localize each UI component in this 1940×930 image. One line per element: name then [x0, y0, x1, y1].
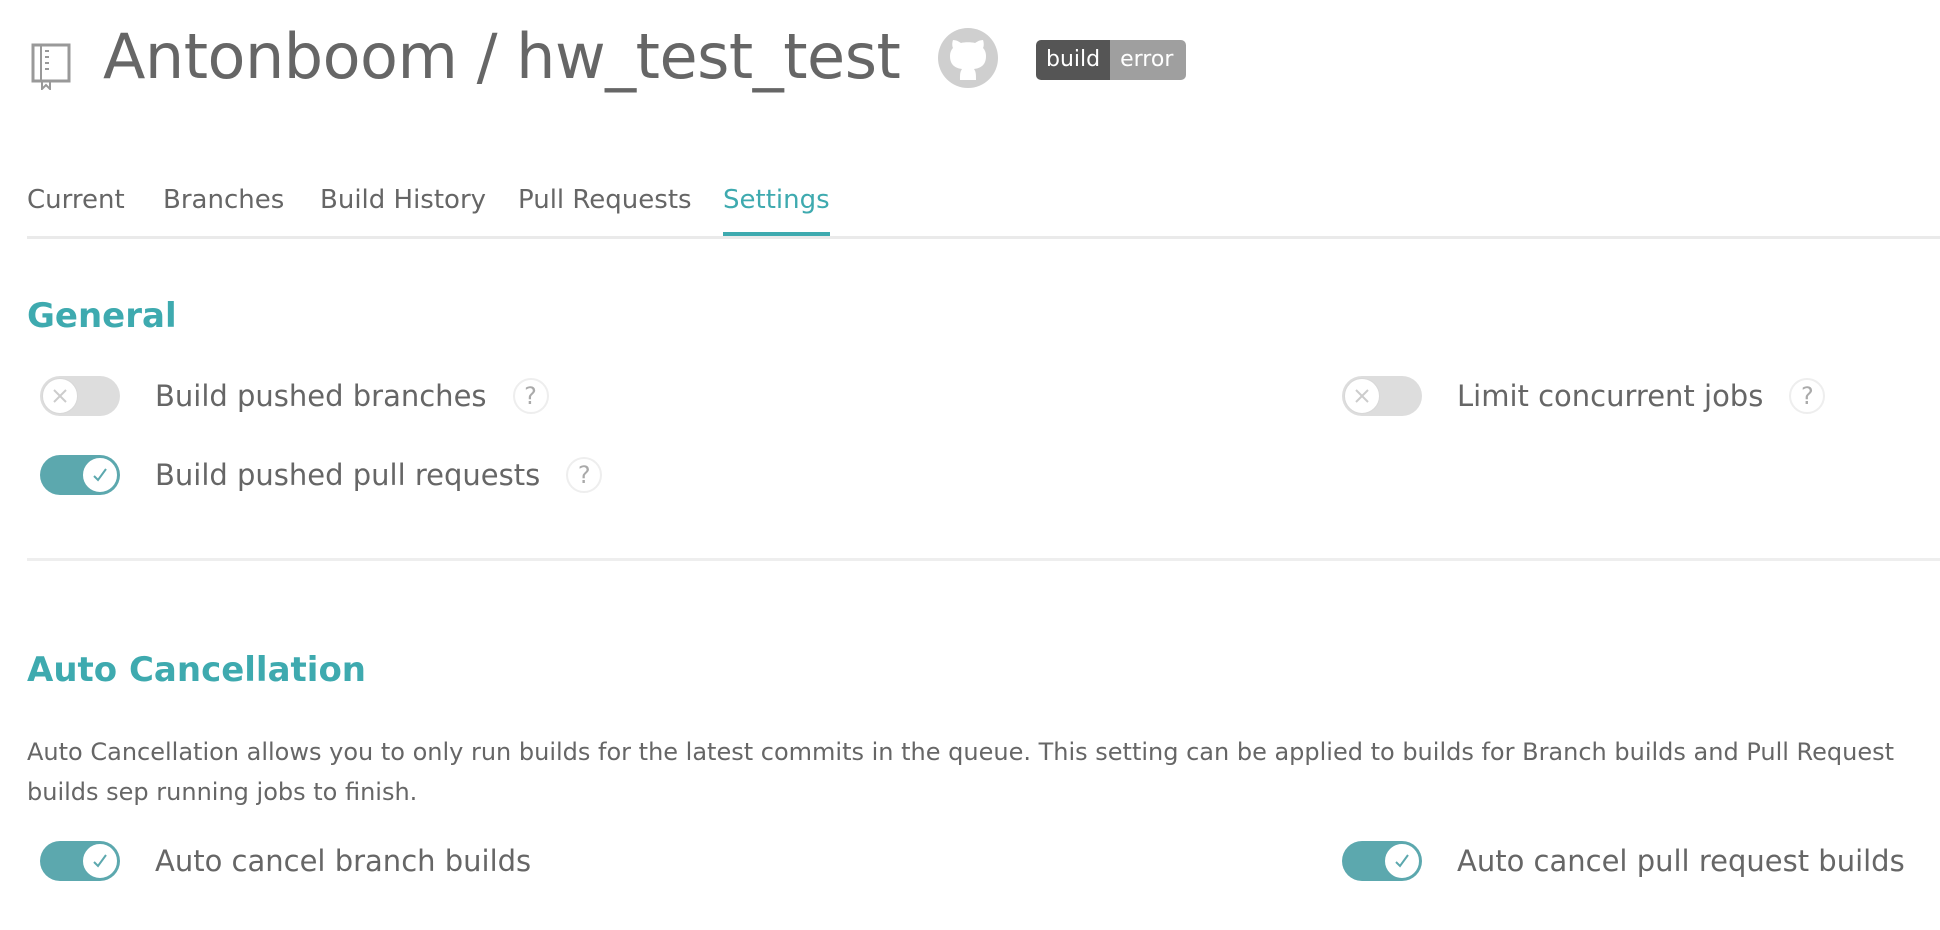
check-icon	[82, 457, 118, 493]
build-pushed-pull-requests-label: Build pushed pull requests	[155, 458, 541, 492]
limit-concurrent-jobs-toggle[interactable]	[1342, 376, 1422, 416]
repo-tabs: Current Branches Build History Pull Requ…	[27, 178, 1940, 239]
auto-cancel-branch-builds-toggle[interactable]	[40, 841, 120, 881]
settings-page: Antonboom / hw_test_test build error Cur…	[0, 0, 1940, 930]
badge-status-label: error	[1110, 40, 1187, 80]
build-pushed-branches-toggle[interactable]	[40, 376, 120, 416]
build-pushed-pull-requests-toggle[interactable]	[40, 455, 120, 495]
limit-concurrent-jobs-label: Limit concurrent jobs	[1457, 379, 1764, 413]
auto-cancel-pull-request-builds-toggle[interactable]	[1342, 841, 1422, 881]
badge-build-label: build	[1036, 40, 1111, 80]
auto-cancellation-section-title: Auto Cancellation	[27, 650, 367, 690]
auto-cancel-pull-request-builds-label: Auto cancel pull request builds	[1457, 844, 1905, 878]
question-icon[interactable]: ?	[1789, 378, 1826, 414]
check-icon	[1384, 843, 1420, 879]
setting-auto-cancel-branch-builds: Auto cancel branch builds	[40, 838, 531, 884]
tab-current[interactable]: Current	[27, 178, 125, 236]
general-section-title: General	[27, 296, 177, 336]
tab-branches[interactable]: Branches	[163, 178, 284, 236]
tab-pull-requests[interactable]: Pull Requests	[518, 178, 692, 236]
auto-cancel-branch-builds-label: Auto cancel branch builds	[155, 844, 532, 878]
setting-build-pushed-pull-requests: Build pushed pull requests ?	[40, 452, 603, 498]
tab-build-history[interactable]: Build History	[320, 178, 486, 236]
build-pushed-branches-label: Build pushed branches	[155, 379, 487, 413]
setting-auto-cancel-pull-request-builds: Auto cancel pull request builds	[1342, 838, 1905, 884]
x-icon	[1344, 378, 1380, 414]
repo-title[interactable]: Antonboom / hw_test_test	[103, 17, 901, 97]
tab-settings[interactable]: Settings	[723, 178, 830, 236]
question-icon[interactable]: ?	[566, 457, 603, 493]
github-icon[interactable]	[938, 28, 998, 88]
section-divider	[27, 558, 1940, 561]
auto-cancellation-description: Auto Cancellation allows you to only run…	[27, 738, 1895, 806]
check-icon	[82, 843, 118, 879]
repo-book-icon	[30, 42, 74, 92]
build-status-badge[interactable]: build error	[1036, 40, 1187, 80]
x-icon	[42, 378, 78, 414]
question-icon[interactable]: ?	[512, 378, 549, 414]
setting-limit-concurrent-jobs: Limit concurrent jobs ?	[1342, 373, 1826, 419]
setting-build-pushed-branches: Build pushed branches ?	[40, 373, 549, 419]
